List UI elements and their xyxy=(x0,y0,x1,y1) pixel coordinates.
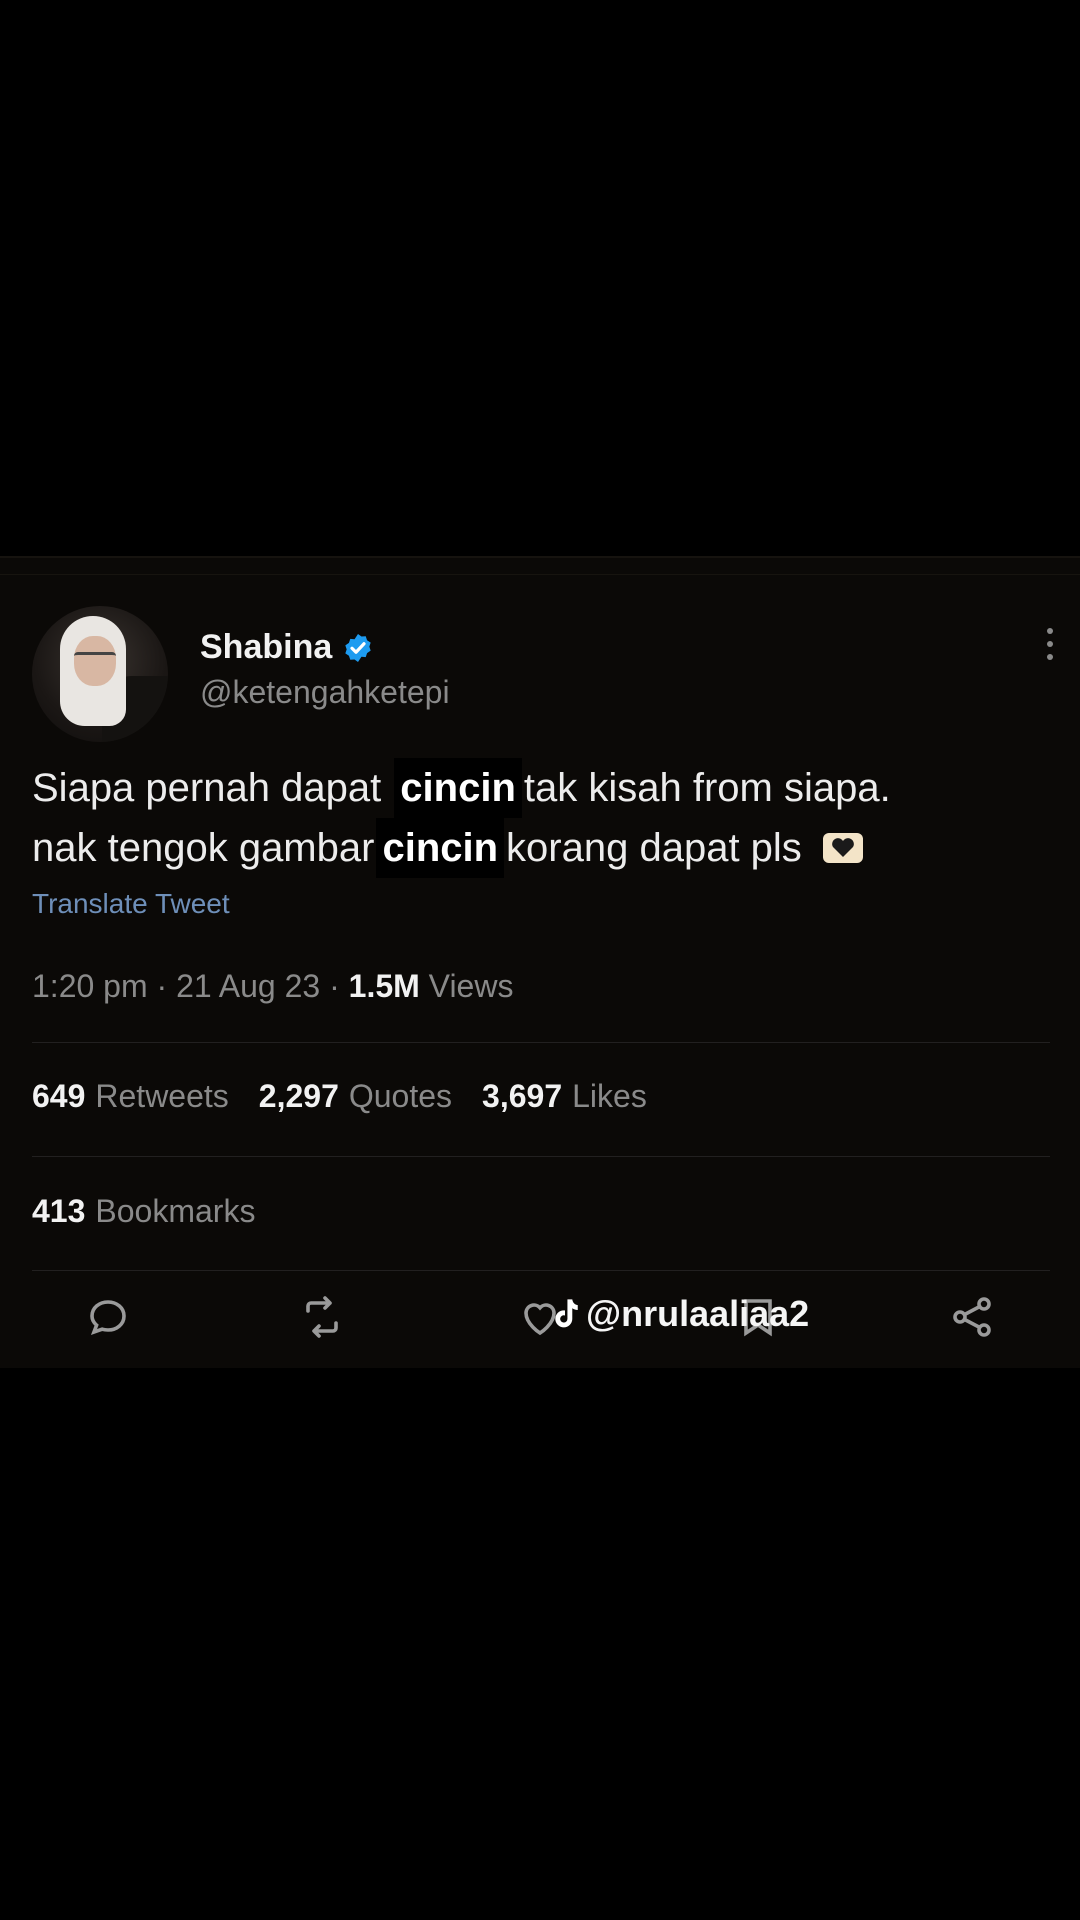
tweet-meta: 1:20 pm · 21 Aug 23 · 1.5M Views xyxy=(32,968,513,1005)
views-count: 1.5M xyxy=(348,968,420,1004)
tweet-text-part1: Siapa pernah dapat xyxy=(32,766,393,810)
tweet-text-part3: nak tengok gambar xyxy=(32,826,375,870)
likes-stat[interactable]: 3,697 Likes xyxy=(482,1078,647,1115)
action-bar: @nrulaaliaa2 xyxy=(0,1293,1080,1353)
watermark-handle: @nrulaaliaa2 xyxy=(586,1293,810,1334)
author-name-row[interactable]: Shabina xyxy=(200,628,374,667)
verified-badge-icon xyxy=(345,633,371,662)
translate-tweet-link[interactable]: Translate Tweet xyxy=(32,888,230,920)
tweet-text-part2: tak kisah from siapa. xyxy=(523,766,891,810)
engagement-stats: 649 Retweets 2,297 Quotes 3,697 Likes xyxy=(32,1078,647,1115)
bookmarks-stat[interactable]: 413 Bookmarks xyxy=(32,1193,255,1230)
tweet-time[interactable]: 1:20 pm xyxy=(32,968,148,1004)
author-handle[interactable]: @ketengahketepi xyxy=(200,674,450,711)
tiktok-icon xyxy=(555,1299,578,1328)
heart-hands-emoji-icon xyxy=(822,833,863,863)
share-icon[interactable] xyxy=(948,1293,996,1341)
reply-icon[interactable] xyxy=(84,1293,132,1341)
divider xyxy=(32,1156,1050,1157)
retweets-stat[interactable]: 649 Retweets xyxy=(32,1078,229,1115)
overlay-caption-1: cincin xyxy=(394,758,522,818)
tiktok-watermark: @nrulaaliaa2 xyxy=(550,1293,809,1335)
author-name[interactable]: Shabina xyxy=(200,628,332,667)
meta-separator-1: · xyxy=(156,968,177,1004)
overlay-caption-2: cincin xyxy=(376,818,505,878)
divider xyxy=(32,1270,1050,1271)
more-options-icon[interactable] xyxy=(1040,626,1060,662)
tweet-date[interactable]: 21 Aug 23 xyxy=(176,968,320,1004)
retweet-icon[interactable] xyxy=(298,1293,346,1341)
tweet-card: Shabina @ketengahketepi Siapa pernah dap… xyxy=(0,556,1080,1368)
quotes-stat[interactable]: 2,297 Quotes xyxy=(259,1078,452,1115)
divider xyxy=(32,1042,1050,1043)
meta-separator-2: · xyxy=(329,968,349,1004)
avatar[interactable] xyxy=(32,606,168,742)
tweet-text: Siapa pernah dapat cincin tak kisah from … xyxy=(32,758,1042,878)
views-label: Views xyxy=(428,968,514,1004)
top-divider xyxy=(0,574,1080,575)
tweet-text-part4: korang dapat pls xyxy=(506,826,802,870)
